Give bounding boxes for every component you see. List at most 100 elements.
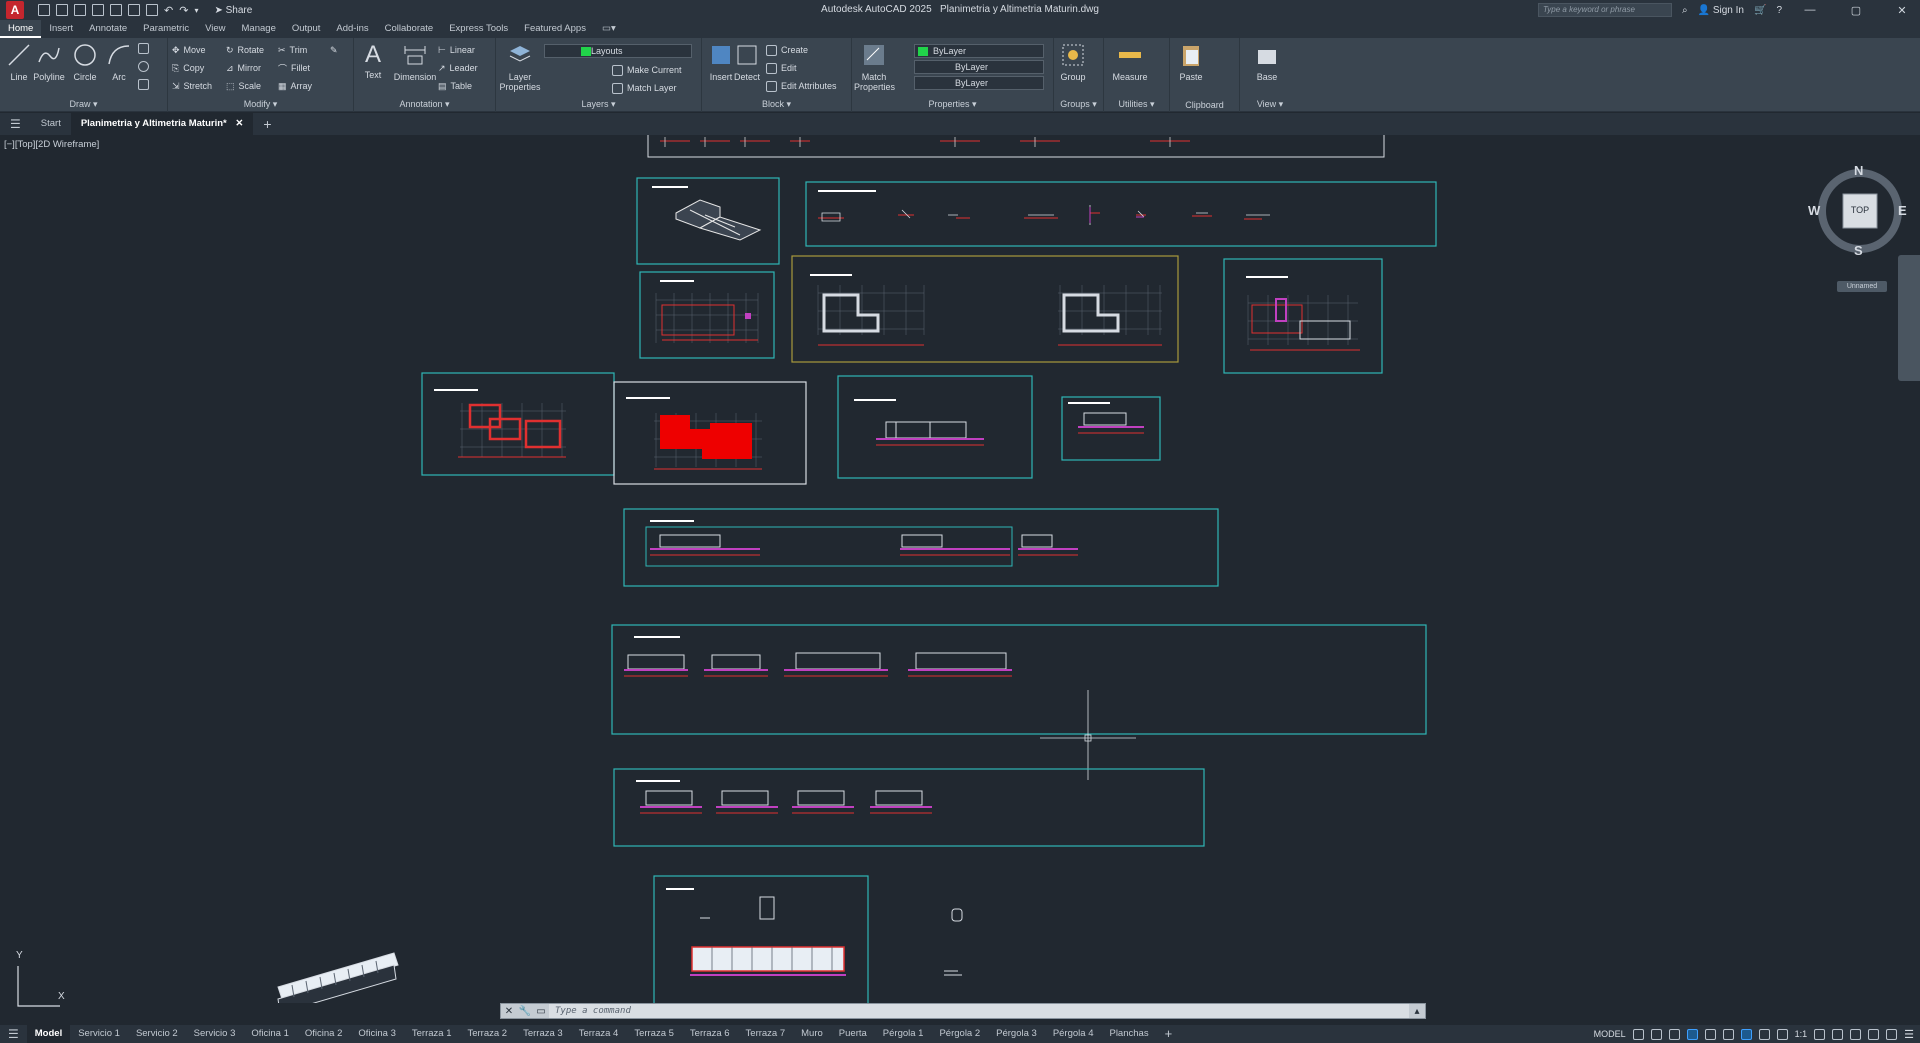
viewcube[interactable]: N S E W TOP xyxy=(1808,163,1907,258)
paste-tool[interactable]: Paste xyxy=(1174,42,1208,82)
tab-home[interactable]: Home xyxy=(0,20,42,38)
redo-icon[interactable]: ↷ xyxy=(179,4,188,17)
layout-tab-muro[interactable]: Muro xyxy=(793,1025,831,1043)
layer-properties-tool[interactable]: Layer Properties xyxy=(498,42,542,92)
cloud-save-icon[interactable] xyxy=(128,4,140,16)
layout-tab-terraza-2[interactable]: Terraza 2 xyxy=(459,1025,515,1043)
mirror-tool[interactable]: ⊿ Mirror xyxy=(226,60,261,76)
grid-icon[interactable] xyxy=(1632,1028,1644,1040)
layout-tab-puerta[interactable]: Puerta xyxy=(831,1025,875,1043)
add-layout-button[interactable]: + xyxy=(1157,1025,1181,1043)
linear-tool[interactable]: ⊢ Linear xyxy=(438,42,475,58)
stretch-tool[interactable]: ⇲ Stretch xyxy=(172,78,212,94)
group-tool[interactable]: Group xyxy=(1056,42,1090,82)
layout-tab-oficina-2[interactable]: Oficina 2 xyxy=(297,1025,351,1043)
layout-tab-terraza-3[interactable]: Terraza 3 xyxy=(515,1025,571,1043)
close-button[interactable]: ✕ xyxy=(1884,4,1920,17)
workspace-gear-icon[interactable] xyxy=(1814,1028,1826,1040)
units-icon[interactable] xyxy=(1850,1028,1862,1040)
tab-collaborate[interactable]: Collaborate xyxy=(377,20,442,38)
ribbon-toggle-icon[interactable]: ▭▾ xyxy=(594,20,624,38)
rectangle-tool[interactable] xyxy=(138,40,149,56)
linetype-dropdown[interactable]: ByLayer xyxy=(914,60,1044,74)
groups-panel-title[interactable]: Groups ▾ xyxy=(1054,99,1103,110)
table-tool[interactable]: ▤ Table xyxy=(438,78,472,94)
start-tab[interactable]: Start xyxy=(31,113,71,135)
command-close-icon[interactable]: ✕ xyxy=(501,1006,517,1017)
cloud-open-icon[interactable] xyxy=(110,4,122,16)
tab-express-tools[interactable]: Express Tools xyxy=(441,20,516,38)
share-button[interactable]: ➤ Share xyxy=(214,5,252,16)
undo-icon[interactable]: ↶ xyxy=(164,4,173,17)
command-customize-icon[interactable]: 🔧 xyxy=(517,1006,533,1017)
tab-annotate[interactable]: Annotate xyxy=(81,20,135,38)
maximize-button[interactable]: ▢ xyxy=(1838,4,1874,17)
match-properties-tool[interactable]: Match Properties xyxy=(854,42,895,92)
edit-attributes-tool[interactable]: Edit Attributes xyxy=(766,78,837,94)
annotation-scale-label[interactable]: 1:1 xyxy=(1795,1029,1808,1039)
command-input[interactable]: Type a command xyxy=(549,1004,1409,1018)
object-snap-icon[interactable] xyxy=(1740,1028,1752,1040)
save-icon[interactable] xyxy=(74,4,86,16)
drawing-viewport[interactable]: [−][Top][2D Wireframe] N S E W TOP Unnam… xyxy=(0,135,1920,1007)
utilities-panel-title[interactable]: Utilities ▾ xyxy=(1104,99,1169,110)
compass-west[interactable]: W xyxy=(1808,203,1820,218)
leader-tool[interactable]: ↗ Leader xyxy=(438,60,478,76)
command-history-icon[interactable]: ▭ xyxy=(533,1006,549,1017)
tab-insert[interactable]: Insert xyxy=(41,20,81,38)
make-current-tool[interactable]: Make Current xyxy=(612,62,682,78)
ortho-icon[interactable] xyxy=(1668,1028,1680,1040)
rotate-tool[interactable]: ↻ Rotate xyxy=(226,42,264,58)
detect-tool[interactable]: Detect xyxy=(730,42,764,82)
match-layer-tool[interactable]: Match Layer xyxy=(612,80,677,96)
save-as-icon[interactable] xyxy=(92,4,104,16)
modify-panel-title[interactable]: Modify ▾ xyxy=(168,99,353,110)
layout-tab-terraza-1[interactable]: Terraza 1 xyxy=(404,1025,460,1043)
trim-tool[interactable]: ✂ Trim xyxy=(278,42,307,58)
annotation-monitor-icon[interactable] xyxy=(1832,1028,1844,1040)
clipboard-panel-title[interactable]: Clipboard xyxy=(1170,100,1239,110)
help-search-input[interactable]: Type a keyword or phrase xyxy=(1538,3,1672,17)
auto-scale-icon[interactable] xyxy=(1776,1028,1788,1040)
line-tool[interactable]: Line xyxy=(2,42,36,82)
close-tab-icon[interactable]: ✕ xyxy=(235,118,243,129)
search-icon[interactable]: ⌕ xyxy=(1682,5,1688,16)
model-space-button[interactable]: MODEL xyxy=(1594,1029,1626,1039)
scale-tool[interactable]: ⬚ Scale xyxy=(226,78,261,94)
object-snap-tracking-icon[interactable] xyxy=(1722,1028,1734,1040)
view-panel-title[interactable]: View ▾ xyxy=(1240,99,1300,110)
tab-view[interactable]: View xyxy=(197,20,233,38)
edit-block-tool[interactable]: Edit xyxy=(766,60,797,76)
layout-tab-model[interactable]: Model xyxy=(26,1025,71,1043)
draw-panel-title[interactable]: Draw ▾ xyxy=(0,99,167,110)
cart-icon[interactable]: 🛒 xyxy=(1754,5,1766,16)
layout-tab-terraza-7[interactable]: Terraza 7 xyxy=(738,1025,794,1043)
navigation-bar[interactable] xyxy=(1898,255,1920,381)
measure-tool[interactable]: Measure xyxy=(1108,42,1152,82)
properties-panel-title[interactable]: Properties ▾ xyxy=(852,99,1053,110)
circle-tool[interactable]: Circle xyxy=(68,42,102,82)
layout-tab-pergola-1[interactable]: Pérgola 1 xyxy=(875,1025,932,1043)
clean-screen-icon[interactable] xyxy=(1886,1028,1898,1040)
help-icon[interactable]: ? xyxy=(1776,5,1782,16)
compass-north[interactable]: N xyxy=(1854,163,1863,178)
annotation-panel-title[interactable]: Annotation ▾ xyxy=(354,99,495,110)
create-block-tool[interactable]: Create xyxy=(766,42,808,58)
erase-tool[interactable]: ✎ xyxy=(330,42,338,58)
layout-tab-oficina-1[interactable]: Oficina 1 xyxy=(243,1025,297,1043)
isometric-icon[interactable] xyxy=(1704,1028,1716,1040)
hatch-tool[interactable] xyxy=(138,76,149,92)
command-expand-icon[interactable]: ▴ xyxy=(1409,1006,1425,1017)
layout-menu-icon[interactable]: ☰ xyxy=(0,1025,27,1043)
lineweight-dropdown[interactable]: ByLayer xyxy=(914,76,1044,90)
tab-parametric[interactable]: Parametric xyxy=(135,20,197,38)
layout-tab-pergola-4[interactable]: Pérgola 4 xyxy=(1045,1025,1102,1043)
isolate-objects-icon[interactable] xyxy=(1868,1028,1880,1040)
layout-tab-pergola-2[interactable]: Pérgola 2 xyxy=(931,1025,988,1043)
layout-tab-terraza-5[interactable]: Terraza 5 xyxy=(626,1025,682,1043)
new-tab-button[interactable]: + xyxy=(253,113,281,135)
layout-tab-pergola-3[interactable]: Pérgola 3 xyxy=(988,1025,1045,1043)
color-dropdown[interactable]: ByLayer xyxy=(914,44,1044,58)
customize-dropdown-icon[interactable]: ▾ xyxy=(194,6,198,15)
open-file-icon[interactable] xyxy=(56,4,68,16)
